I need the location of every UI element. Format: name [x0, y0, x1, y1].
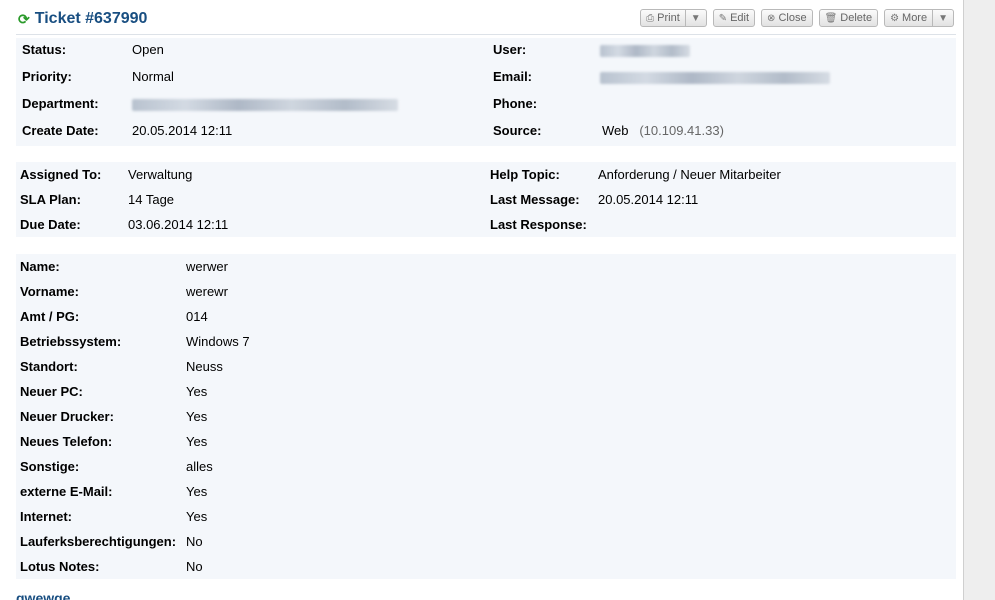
ticket-header: ⟳ Ticket #637990 ⎙ Print ▼ ✎ Edit ⊗ Clos…	[16, 8, 956, 35]
source-channel: Web	[602, 123, 629, 138]
assigned-to-value: Verwaltung	[128, 167, 193, 182]
field-label: Lauferksberechtigungen:	[20, 534, 177, 549]
print-label: Print	[657, 12, 680, 24]
delete-button[interactable]: 🗑 Delete	[818, 9, 879, 27]
edit-icon: ✎	[718, 12, 728, 24]
field-label: Neues Telefon:	[20, 434, 113, 449]
ticket-info-panel: Status: Open Priority: Normal Department…	[16, 38, 956, 146]
field-value: Windows 7	[186, 334, 250, 349]
print-button[interactable]: ⎙ Print	[640, 9, 686, 27]
print-button-group: ⎙ Print ▼	[640, 9, 707, 27]
field-value: werewr	[186, 284, 228, 299]
user-label: User:	[493, 42, 527, 57]
field-value: Neuss	[186, 359, 223, 374]
field-value: Yes	[186, 384, 208, 399]
status-value: Open	[132, 42, 164, 57]
edit-button[interactable]: ✎ Edit	[712, 9, 756, 27]
department-value-redacted	[132, 94, 398, 114]
user-value-redacted[interactable]	[600, 40, 690, 60]
sla-plan-label: SLA Plan:	[20, 192, 81, 207]
printer-icon: ⎙	[646, 12, 655, 24]
refresh-icon[interactable]: ⟳	[18, 11, 30, 28]
field-value: No	[186, 534, 203, 549]
field-label: externe E-Mail:	[20, 484, 113, 499]
assigned-to-label: Assigned To:	[20, 167, 102, 182]
source-label: Source:	[493, 123, 542, 138]
field-label: Internet:	[20, 509, 72, 524]
close-button[interactable]: ⊗ Close	[761, 9, 813, 27]
field-label: Standort:	[20, 359, 78, 374]
help-topic-value: Anforderung / Neuer Mitarbeiter	[598, 167, 781, 182]
field-label: Sonstige:	[20, 459, 80, 474]
thread-subject: qwewqe	[16, 590, 71, 600]
field-value: 014	[186, 309, 208, 324]
more-options-dropdown[interactable]: ▼	[933, 9, 954, 27]
due-date-label: Due Date:	[20, 217, 81, 232]
source-ip: (10.109.41.33)	[639, 123, 724, 138]
close-circle-icon: ⊗	[767, 12, 776, 24]
gear-icon: ⚙	[890, 12, 900, 24]
ticket-page: ⟳ Ticket #637990 ⎙ Print ▼ ✎ Edit ⊗ Clos…	[0, 0, 964, 600]
last-message-value: 20.05.2014 12:11	[598, 192, 699, 207]
ticket-actions: ⎙ Print ▼ ✎ Edit ⊗ Close 🗑 Delete ⚙ More…	[640, 9, 954, 27]
department-label: Department:	[22, 96, 99, 111]
sla-plan-value: 14 Tage	[128, 192, 175, 207]
help-topic-label: Help Topic:	[490, 167, 560, 182]
chevron-down-icon: ▼	[690, 12, 701, 24]
ticket-custom-fields-panel: Name: werwer Vorname: werewr Amt / PG: 0…	[16, 254, 956, 579]
field-value: alles	[186, 459, 213, 474]
trash-icon: 🗑	[824, 12, 838, 24]
field-label: Name:	[20, 259, 60, 274]
email-value-redacted[interactable]	[600, 67, 830, 87]
field-label: Neuer Drucker:	[20, 409, 114, 424]
field-label: Amt / PG:	[20, 309, 80, 324]
due-date-value: 03.06.2014 12:11	[128, 217, 229, 232]
field-value: Yes	[186, 509, 208, 524]
field-value: Yes	[186, 434, 208, 449]
create-date-value: 20.05.2014 12:11	[132, 123, 233, 138]
field-label: Neuer PC:	[20, 384, 83, 399]
field-label: Lotus Notes:	[20, 559, 100, 574]
source-value: Web (10.109.41.33)	[602, 121, 724, 141]
field-label: Vorname:	[20, 284, 79, 299]
last-response-label: Last Response:	[490, 217, 587, 232]
edit-label: Edit	[730, 12, 750, 24]
last-message-label: Last Message:	[490, 192, 580, 207]
more-button[interactable]: ⚙ More	[884, 9, 934, 27]
more-button-group: ⚙ More ▼	[884, 9, 954, 27]
email-label: Email:	[493, 69, 533, 84]
close-label: Close	[778, 12, 807, 24]
field-value: werwer	[186, 259, 228, 274]
field-value: No	[186, 559, 203, 574]
delete-label: Delete	[840, 12, 873, 24]
ticket-number[interactable]: Ticket #637990	[35, 10, 148, 28]
chevron-down-icon: ▼	[938, 12, 948, 24]
ticket-title: ⟳ Ticket #637990	[18, 10, 147, 28]
field-value: Yes	[186, 484, 208, 499]
priority-label: Priority:	[22, 69, 72, 84]
create-date-label: Create Date:	[22, 123, 99, 138]
field-label: Betriebssystem:	[20, 334, 122, 349]
status-label: Status:	[22, 42, 67, 57]
more-label: More	[902, 12, 928, 24]
phone-label: Phone:	[493, 96, 538, 111]
ticket-assignment-panel: Assigned To: Verwaltung SLA Plan: 14 Tag…	[16, 162, 956, 237]
print-options-dropdown[interactable]: ▼	[685, 9, 707, 27]
priority-value: Normal	[132, 69, 174, 84]
field-value: Yes	[186, 409, 208, 424]
